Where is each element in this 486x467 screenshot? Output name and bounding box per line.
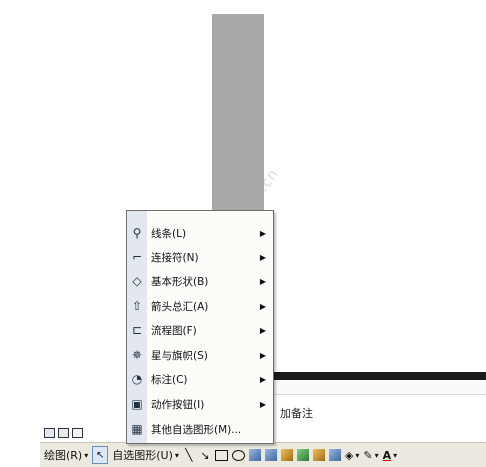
submenu-arrow-icon: ▶ — [259, 276, 266, 286]
fill-color-icon[interactable]: ◈ ▾ — [345, 449, 359, 462]
draw-menu-button[interactable]: 绘图(R) ▾ — [44, 447, 88, 463]
drawing-toolbar: 绘图(R) ▾ ↖ 自选图形(U) ▾ ╲ ↘ ◈ ▾ ✎ ▾ A ▾ — [40, 442, 486, 467]
wordart-icon[interactable] — [280, 449, 293, 461]
basic-shapes-icon: ◇ — [132, 274, 142, 288]
stars-banners-icon: ✵ — [131, 348, 143, 362]
notes-placeholder-text[interactable]: 加备注 — [280, 405, 313, 421]
menu-item-label: 线条(L) — [151, 227, 187, 240]
diagram-icon[interactable] — [296, 449, 309, 461]
menu-item-connectors[interactable]: ⌐ 连接符(N) ▶ — [127, 246, 273, 268]
menu-item-flowchart[interactable]: ⊏ 流程图(F) ▶ — [127, 319, 273, 341]
menu-item-stars-banners[interactable]: ✵ 星与旗帜(S) ▶ — [127, 344, 273, 366]
normal-view-icon[interactable] — [44, 428, 55, 438]
notes-view-icon[interactable] — [72, 428, 83, 438]
line-color-icon[interactable]: ✎ ▾ — [363, 449, 378, 462]
menu-item-label: 动作按钮(I) — [151, 398, 205, 411]
autoshapes-menu-label: 自选图形(U) — [112, 449, 173, 462]
submenu-arrow-icon: ▶ — [259, 399, 266, 409]
arrow-tool-icon[interactable]: ↘ — [199, 449, 211, 462]
line-tool-icon[interactable]: ╲ — [183, 448, 195, 462]
action-buttons-icon: ▣ — [131, 397, 143, 411]
more-autoshapes-icon: ▦ — [131, 422, 143, 436]
submenu-arrow-icon: ▶ — [259, 325, 266, 335]
lines-icon: ⚲ — [132, 226, 142, 240]
menu-item-label: 星与旗帜(S) — [151, 349, 208, 362]
outline-view-icon[interactable] — [58, 428, 69, 438]
draw-menu-label: 绘图(R) — [44, 449, 83, 462]
menu-item-label: 连接符(N) — [151, 251, 199, 264]
rectangle-tool-icon[interactable] — [214, 449, 228, 461]
menu-item-more-autoshapes[interactable]: ▦ 其他自选图形(M)... — [127, 418, 273, 440]
select-objects-icon[interactable]: ↖ — [92, 446, 109, 464]
submenu-arrow-icon: ▶ — [259, 228, 266, 238]
menu-item-block-arrows[interactable]: ⇧ 箭头总汇(A) ▶ — [127, 295, 273, 317]
menu-item-lines[interactable]: ⚲ 线条(L) ▶ — [127, 222, 273, 244]
submenu-arrow-icon: ▶ — [259, 252, 266, 262]
textbox-icon[interactable] — [248, 449, 261, 461]
connectors-icon: ⌐ — [131, 250, 143, 264]
submenu-arrow-icon: ▶ — [259, 374, 266, 384]
submenu-arrow-icon: ▶ — [259, 350, 266, 360]
submenu-arrow-icon: ▶ — [259, 301, 266, 311]
vertical-textbox-icon[interactable] — [264, 449, 277, 461]
autoshapes-menu: ⚲ 线条(L) ▶ ⌐ 连接符(N) ▶ ◇ 基本形状(B) ▶ ⇧ 箭头总汇(… — [126, 210, 274, 444]
view-buttons — [44, 426, 83, 440]
oval-tool-icon[interactable] — [231, 449, 245, 461]
menu-item-label: 基本形状(B) — [151, 275, 209, 288]
menu-item-label: 箭头总汇(A) — [151, 300, 209, 313]
menu-item-label: 流程图(F) — [151, 324, 197, 337]
menu-item-label: 其他自选图形(M)... — [151, 423, 242, 436]
clipart-icon[interactable] — [312, 449, 325, 461]
autoshapes-menu-button[interactable]: 自选图形(U) ▾ — [112, 447, 179, 463]
slide-edge-bar — [262, 372, 486, 380]
dropdown-arrow-icon: ▾ — [84, 450, 89, 460]
font-color-letter: A — [382, 448, 392, 462]
dropdown-arrow-icon: ▾ — [174, 450, 179, 460]
menu-item-label: 标注(C) — [151, 373, 188, 386]
font-color-icon[interactable]: A ▾ — [383, 449, 398, 462]
block-arrows-icon: ⇧ — [131, 299, 143, 313]
notes-pane-top — [262, 380, 486, 395]
menu-item-callouts[interactable]: ◔ 标注(C) ▶ — [127, 368, 273, 390]
flowchart-icon: ⊏ — [131, 323, 143, 337]
callouts-icon: ◔ — [131, 372, 143, 386]
picture-icon[interactable] — [328, 449, 341, 461]
menu-item-basic-shapes[interactable]: ◇ 基本形状(B) ▶ — [127, 270, 273, 292]
menu-item-action-buttons[interactable]: ▣ 动作按钮(I) ▶ — [127, 393, 273, 415]
